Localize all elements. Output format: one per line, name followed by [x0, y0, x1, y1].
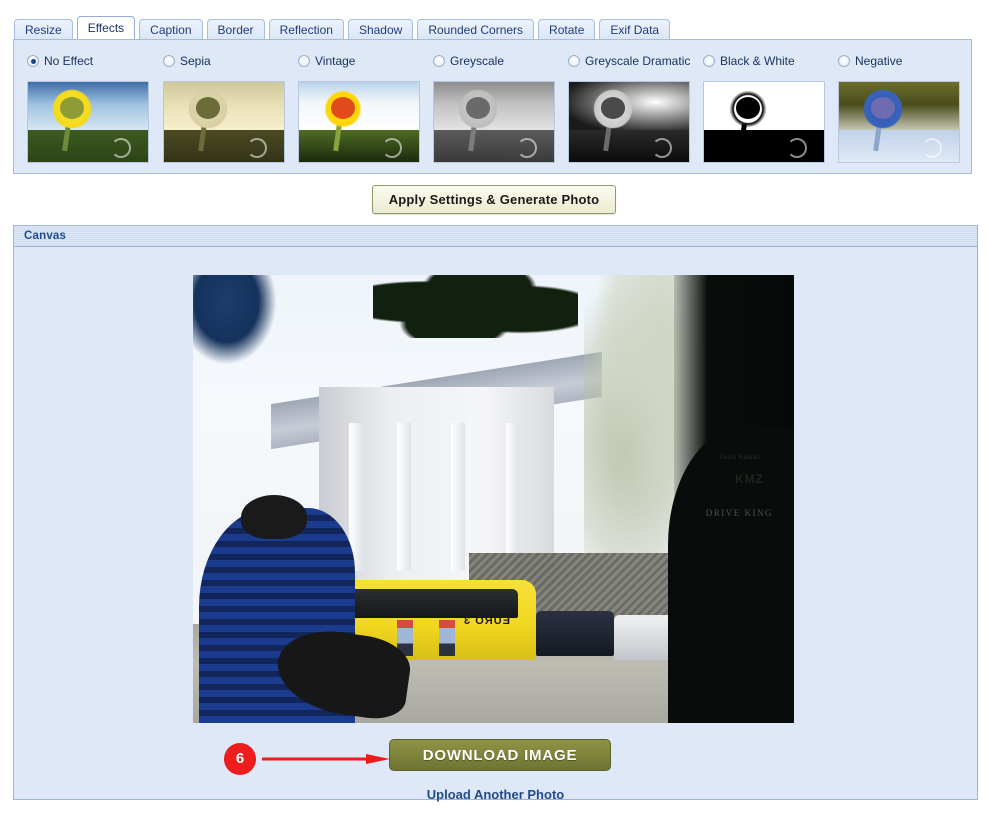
- effect-option-sepia[interactable]: Sepia: [150, 51, 285, 71]
- effect-option-negative[interactable]: Negative: [825, 51, 961, 71]
- canvas-header-title: Canvas: [24, 230, 67, 242]
- effect-option-vintage[interactable]: Vintage: [285, 51, 420, 71]
- tab-shadow[interactable]: Shadow: [347, 19, 414, 39]
- effect-thumbnail-cell: [150, 81, 285, 169]
- thumb-flower-core: [601, 97, 626, 119]
- apply-settings-button[interactable]: Apply Settings & Generate Photo: [371, 185, 617, 214]
- effect-thumbnail-negative[interactable]: [838, 81, 960, 163]
- photo-foreground-vehicle: [667, 427, 794, 723]
- effect-option-greyscale-dramatic[interactable]: Greyscale Dramatic: [555, 51, 690, 71]
- radio-sepia[interactable]: [163, 55, 175, 67]
- photo-column: [397, 422, 412, 571]
- tab-rounded-corners[interactable]: Rounded Corners: [417, 19, 535, 39]
- photo-dark-suv: [535, 611, 614, 656]
- tab-resize[interactable]: Resize: [14, 19, 73, 39]
- thumb-flower-core: [60, 97, 85, 119]
- canvas-photo: EURO 3 Setia Kawan KMZ DRIVE KING: [193, 275, 794, 723]
- photo-bus-windows: [337, 588, 518, 618]
- effect-option-greyscale[interactable]: Greyscale: [420, 51, 555, 71]
- thumb-flower-core: [871, 97, 896, 119]
- effect-option-label: Vintage: [315, 54, 356, 68]
- effect-thumbnail-black-and-white[interactable]: [703, 81, 825, 163]
- effect-thumbnail-greyscale[interactable]: [433, 81, 555, 163]
- thumb-flower-core: [736, 97, 761, 119]
- radio-no-effect[interactable]: [27, 55, 39, 67]
- effect-thumbnail-cell: [14, 81, 150, 169]
- photo-vehicle-brand-sub: Setia Kawan: [718, 454, 761, 462]
- photo-foliage-top: [373, 275, 578, 338]
- thumb-flower-core: [331, 97, 356, 119]
- effect-option-no-effect[interactable]: No Effect: [14, 51, 150, 71]
- effect-option-label: Sepia: [180, 54, 211, 68]
- photo-person-red-cap: [439, 619, 456, 656]
- canvas-body: EURO 3 Setia Kawan KMZ DRIVE KING 6 DOWN…: [14, 247, 977, 802]
- effect-options-row: No Effect Sepia Vintage Greyscale Greyscale …: [14, 51, 971, 71]
- photo-man-head: [241, 494, 308, 540]
- effect-thumbnail-cell: [690, 81, 825, 169]
- effects-panel: No Effect Sepia Vintage Greyscale Greyscale …: [13, 39, 972, 174]
- tab-strip: Resize Effects Caption Border Reflection Shad…: [14, 16, 671, 39]
- effect-option-black-and-white[interactable]: Black & White: [690, 51, 825, 71]
- effect-thumbnail-no-effect[interactable]: [27, 81, 149, 163]
- canvas-header: Canvas: [14, 226, 977, 247]
- photo-foliage-top-left: [193, 275, 278, 365]
- upload-another-photo-link[interactable]: Upload Another Photo: [14, 787, 977, 802]
- tab-border[interactable]: Border: [206, 19, 265, 39]
- effect-thumbnails-row: [14, 81, 971, 169]
- radio-negative[interactable]: [838, 55, 850, 67]
- photo-bus-label: EURO 3: [463, 615, 511, 628]
- tab-reflection[interactable]: Reflection: [268, 19, 344, 39]
- effect-thumbnail-cell: [285, 81, 420, 169]
- effect-thumbnail-vintage[interactable]: [298, 81, 420, 163]
- annotation-step-marker: 6: [224, 743, 256, 775]
- effect-option-label: Greyscale: [450, 54, 505, 68]
- effect-thumbnail-cell: [420, 81, 555, 169]
- photo-vehicle-brand: KMZ: [734, 472, 764, 487]
- effect-option-label: Greyscale Dramatic: [585, 54, 691, 68]
- canvas-panel: Canvas EURO 3 Setia Kawan KMZ DRIVE KING…: [13, 225, 978, 802]
- radio-black-and-white[interactable]: [703, 55, 715, 67]
- effect-option-label: No Effect: [44, 54, 94, 68]
- radio-greyscale[interactable]: [433, 55, 445, 67]
- tab-exif-data[interactable]: Exif Data: [599, 19, 671, 39]
- radio-vintage[interactable]: [298, 55, 310, 67]
- download-image-button[interactable]: DOWNLOAD IMAGE: [389, 739, 611, 771]
- photo-vehicle-tagline: DRIVE KING: [705, 507, 773, 518]
- radio-greyscale-dramatic[interactable]: [568, 55, 580, 67]
- effect-thumbnail-cell: [825, 81, 960, 169]
- effect-option-label: Black & White: [720, 54, 795, 68]
- tab-effects[interactable]: Effects: [76, 16, 136, 39]
- tab-caption[interactable]: Caption: [139, 19, 203, 39]
- apply-button-row: Apply Settings & Generate Photo: [0, 185, 988, 214]
- photo-column: [505, 422, 520, 571]
- effect-thumbnail-sepia[interactable]: [163, 81, 285, 163]
- effect-thumbnail-cell: [555, 81, 690, 169]
- annotation-arrow-icon: [262, 754, 390, 764]
- download-row: 6 DOWNLOAD IMAGE: [14, 739, 977, 779]
- tab-rotate[interactable]: Rotate: [538, 19, 596, 39]
- effect-thumbnail-greyscale-dramatic[interactable]: [568, 81, 690, 163]
- photo-column: [451, 422, 466, 571]
- effect-option-label: Negative: [855, 54, 903, 68]
- thumb-flower-core: [196, 97, 221, 119]
- thumb-flower-core: [466, 97, 491, 119]
